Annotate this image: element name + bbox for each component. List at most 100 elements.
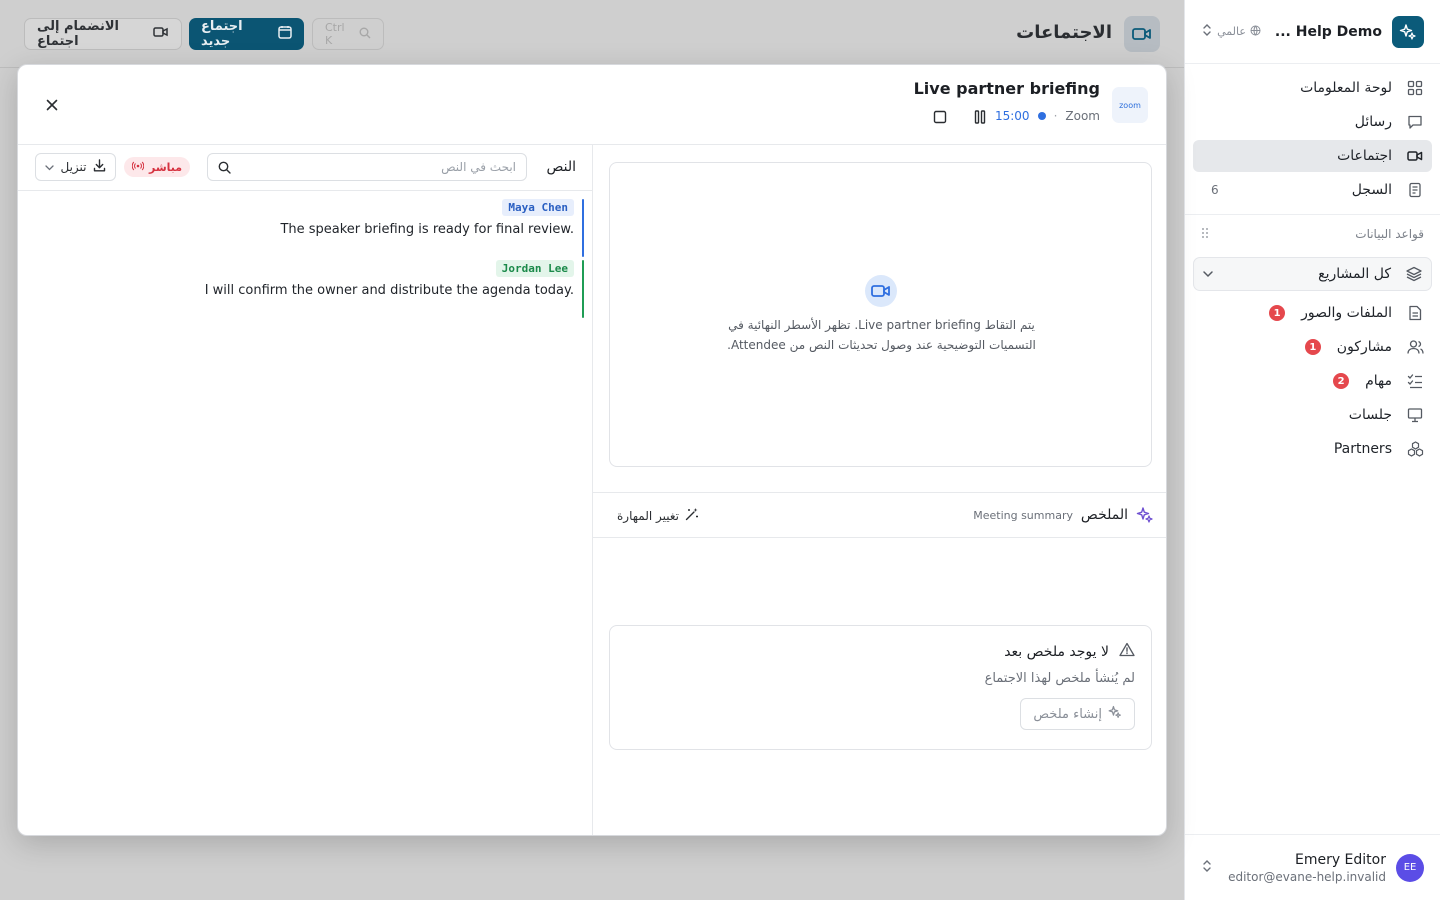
generate-summary-label: إنشاء ملخص <box>1033 706 1102 722</box>
db-item-participants[interactable]: مشاركون 1 <box>1193 331 1432 363</box>
log-icon <box>1406 181 1424 199</box>
video-status-line: التسميات التوضيحية عند وصول تحديثات النص… <box>727 338 1036 352</box>
user-name: Emery Editor <box>1294 851 1386 868</box>
nav-item-log[interactable]: السجل 6 <box>1193 174 1432 206</box>
summary-header: الملخص Meeting summary تغيير المهارة <box>593 492 1166 538</box>
db-item-tasks[interactable]: مهام 2 <box>1193 365 1432 397</box>
join-meeting-label: الانضمام إلى اجتماع <box>37 19 119 49</box>
command-search-button[interactable]: Ctrl K <box>312 18 384 50</box>
count-badge: 1 <box>1304 339 1321 355</box>
page-title: الاجتماعات <box>1016 22 1112 43</box>
count-badge: 2 <box>1333 373 1350 389</box>
transcript-toolbar: النص مباشر تنزيل <box>18 145 592 191</box>
broadcast-icon <box>131 161 145 174</box>
new-meeting-label: اجتماع جديد <box>201 19 243 49</box>
sidebar: Help Demo ... عالمي لوحة المعلومات رسائل… <box>1184 0 1440 900</box>
video-icon <box>1124 16 1160 52</box>
drag-handle-icon[interactable] <box>1201 227 1209 242</box>
checklist-icon <box>1406 372 1424 390</box>
transcript-panel: النص مباشر تنزيل Maya Chen The speaker b… <box>18 145 593 835</box>
new-meeting-button[interactable]: اجتماع جديد <box>189 18 304 50</box>
workspace-switcher[interactable]: Help Demo ... عالمي <box>1185 0 1440 64</box>
project-selector[interactable]: كل المشاريع <box>1193 257 1432 291</box>
db-label: جلسات <box>1348 407 1392 423</box>
main-nav: لوحة المعلومات رسائل اجتماعات السجل 6 <box>1185 64 1440 206</box>
users-icon <box>1406 338 1424 356</box>
transcript-text: The speaker briefing is ready for final … <box>280 222 574 237</box>
transcript-segment: Jordan Lee I will confirm the owner and … <box>184 260 584 318</box>
video-area: يتم التقاط Live partner briefing. تظهر ا… <box>609 162 1152 467</box>
sparkle-icon <box>1136 506 1154 528</box>
chat-icon <box>1406 113 1424 131</box>
shortcut-label: Ctrl K <box>325 21 345 47</box>
magic-wand-icon <box>685 507 699 524</box>
calendar-plus-icon <box>278 25 292 43</box>
user-menu[interactable]: EE Emery Editor editor@evane-help.invali… <box>1185 834 1440 900</box>
search-icon <box>218 161 231 174</box>
join-meeting-button[interactable]: الانضمام إلى اجتماع <box>24 18 182 50</box>
meeting-meta: Zoom · 15:00 <box>995 109 1100 123</box>
video-icon <box>1406 147 1424 165</box>
chevron-down-icon <box>1202 266 1214 282</box>
video-status-line: يتم التقاط Live partner briefing. تظهر ا… <box>728 318 1035 332</box>
page-header: الاجتماعات الانضمام إلى اجتماع اجتماع جد… <box>0 0 1184 68</box>
video-icon <box>153 26 169 42</box>
zoom-logo: zoom <box>1112 87 1148 123</box>
avatar: EE <box>1396 853 1424 882</box>
speaker-label: Maya Chen <box>502 199 574 216</box>
layers-icon <box>1405 265 1423 283</box>
db-label: Partners <box>1333 441 1392 457</box>
meeting-title: Live partner briefing <box>913 79 1100 98</box>
change-skill-button[interactable]: تغيير المهارة <box>617 507 699 524</box>
warning-icon <box>1119 642 1135 661</box>
summary-subtitle: Meeting summary <box>973 509 1073 522</box>
databases-heading: قواعد البيانات <box>1355 227 1424 241</box>
live-label: مباشر <box>149 160 183 174</box>
project-label: كل المشاريع <box>1318 266 1391 282</box>
db-label: مهام <box>1365 373 1392 389</box>
db-item-sessions[interactable]: جلسات <box>1193 399 1432 431</box>
db-label: مشاركون <box>1336 339 1392 355</box>
nav-label: السجل <box>1351 182 1392 198</box>
meeting-dialog: zoom Live partner briefing Zoom · 15:00 … <box>17 64 1167 836</box>
transcript-label: النص <box>546 159 576 175</box>
live-badge: مباشر <box>124 157 191 177</box>
speaker-bar <box>582 260 584 318</box>
log-count: 6 <box>1211 183 1219 197</box>
transcript-search[interactable] <box>207 153 527 181</box>
user-email: editor@evane-help.invalid <box>1228 869 1386 884</box>
download-button[interactable]: تنزيل <box>35 153 116 181</box>
empty-summary-text: لم يُنشأ ملخص لهذا الاجتماع <box>984 671 1135 686</box>
meeting-time: 15:00 <box>994 109 1030 123</box>
databases-section-header: قواعد البيانات <box>1185 215 1440 253</box>
close-button[interactable] <box>42 95 62 115</box>
close-icon <box>46 99 58 111</box>
chevron-down-icon <box>45 160 55 174</box>
count-badge: 1 <box>1269 305 1286 321</box>
chevron-up-down-icon[interactable] <box>1201 22 1213 42</box>
dashboard-icon <box>1406 79 1424 97</box>
file-icon <box>1406 304 1424 322</box>
workspace-scope-label: عالمي <box>1217 25 1246 38</box>
chevron-up-down-icon[interactable] <box>1201 858 1213 878</box>
db-item-files[interactable]: الملفات والصور 1 <box>1193 297 1432 329</box>
separator-dot: · <box>1053 109 1058 123</box>
db-item-partners[interactable]: Partners <box>1193 433 1432 465</box>
nav-label: رسائل <box>1354 114 1392 130</box>
db-label: الملفات والصور <box>1301 305 1392 321</box>
empty-summary-title: لا يوجد ملخص بعد <box>1004 643 1109 660</box>
nav-item-messages[interactable]: رسائل <box>1193 106 1432 138</box>
speaker-bar <box>582 199 584 257</box>
generate-summary-button[interactable]: إنشاء ملخص <box>1020 698 1135 730</box>
nav-item-dashboard[interactable]: لوحة المعلومات <box>1193 72 1432 104</box>
search-icon <box>359 27 371 42</box>
download-label: تنزيل <box>60 160 87 174</box>
nav-item-meetings[interactable]: اجتماعات <box>1193 140 1432 172</box>
globe-icon <box>1250 25 1261 39</box>
presentation-icon <box>1406 406 1424 424</box>
empty-summary-card: لا يوجد ملخص بعد لم يُنشأ ملخص لهذا الاج… <box>609 625 1152 750</box>
pause-button[interactable] <box>969 107 991 127</box>
nav-label: لوحة المعلومات <box>1300 80 1392 96</box>
transcript-search-input[interactable] <box>236 160 516 174</box>
stop-button[interactable] <box>929 107 951 127</box>
